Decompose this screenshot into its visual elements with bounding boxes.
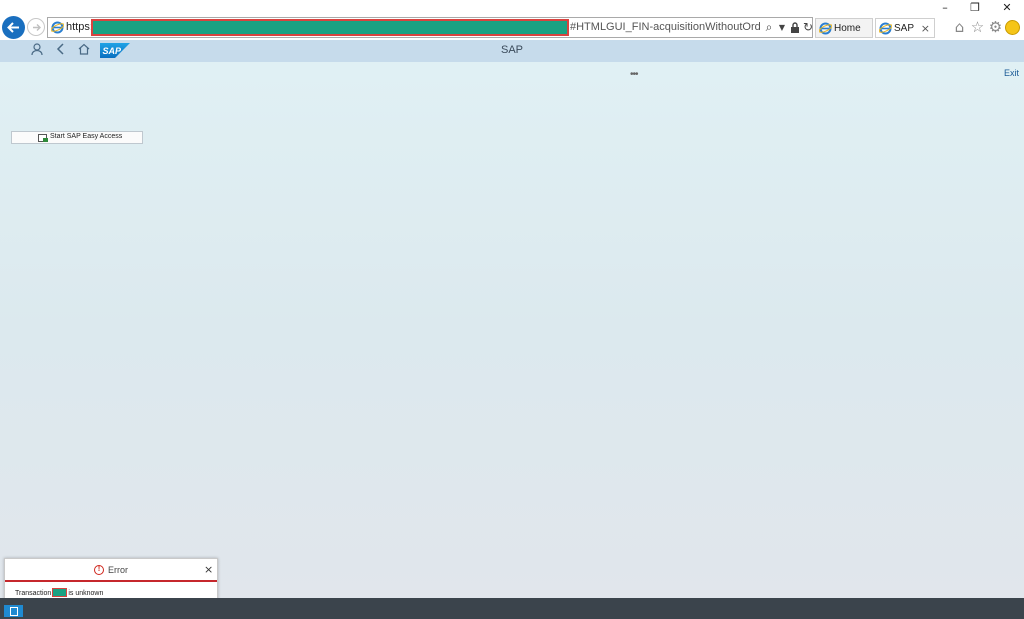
tab-sap[interactable]: SAP × <box>875 18 935 38</box>
forward-icon <box>33 24 41 31</box>
window-titlebar: – ❐ ✕ <box>0 0 1024 16</box>
browser-back-button[interactable] <box>2 16 25 39</box>
settings-gear-icon[interactable]: ⚙ <box>987 19 1004 36</box>
url-redacted-host <box>91 19 569 36</box>
tab-sap-label: SAP <box>894 23 915 34</box>
error-title: Error <box>108 565 128 575</box>
close-window-button[interactable]: ✕ <box>992 0 1022 16</box>
ie-icon <box>51 21 64 34</box>
start-sap-easy-access-button[interactable]: Start SAP Easy Access <box>11 131 143 144</box>
feedback-smiley-icon[interactable] <box>1005 20 1020 35</box>
user-icon[interactable] <box>29 43 45 59</box>
easy-access-icon <box>38 134 48 142</box>
sap-shell-header: SAP SAP <box>0 40 1024 62</box>
easy-access-label: Start SAP Easy Access <box>50 133 123 140</box>
url-path: #HTMLGUI_FIN-acquisitionWithoutOrder?sap… <box>570 21 760 33</box>
home-icon[interactable]: ⌂ <box>951 19 968 36</box>
favorites-star-icon[interactable]: ☆ <box>969 19 986 36</box>
browser-forward-button[interactable] <box>27 18 45 36</box>
sap-footer-bar <box>0 598 1024 619</box>
home-icon[interactable] <box>76 43 92 59</box>
error-message-popup: ! Error × Transaction is unknown <box>4 558 218 602</box>
tab-home-label: Home <box>834 23 861 34</box>
search-icon[interactable]: ⌕ <box>762 20 776 35</box>
error-close-icon[interactable]: × <box>204 563 213 576</box>
lock-icon[interactable] <box>788 20 802 35</box>
shell-title: SAP <box>500 44 523 56</box>
back-icon <box>7 22 19 33</box>
error-alert-icon: ! <box>94 565 104 575</box>
error-message-prefix: Transaction <box>15 590 52 597</box>
refresh-icon[interactable]: ↻ <box>801 20 815 35</box>
sap-logo[interactable]: SAP <box>100 43 130 58</box>
restore-button[interactable]: ❐ <box>960 0 990 16</box>
tab-close-icon[interactable]: × <box>921 22 930 35</box>
exit-button[interactable]: Exit <box>1004 68 1019 78</box>
overflow-menu-icon[interactable]: ••• <box>630 69 638 80</box>
ie-icon <box>879 22 892 35</box>
error-header: ! Error × <box>5 559 217 582</box>
sap-logo-text: SAP <box>103 46 123 56</box>
dropdown-icon[interactable]: ▼ <box>775 20 789 35</box>
message-toggle-icon[interactable] <box>4 605 23 617</box>
redacted-transaction-code <box>52 588 68 597</box>
browser-navbar: https:/ #HTMLGUI_FIN-acquisitionWithoutO… <box>0 16 1024 40</box>
ie-icon <box>819 22 832 35</box>
back-icon[interactable] <box>53 43 69 59</box>
tab-home[interactable]: Home <box>815 18 873 38</box>
main-content: ••• Exit Start SAP Easy Access <box>0 62 1024 598</box>
minimize-button[interactable]: – <box>930 0 960 16</box>
address-bar[interactable]: https:/ #HTMLGUI_FIN-acquisitionWithoutO… <box>47 17 813 38</box>
error-message-suffix: is unknown <box>68 590 104 597</box>
error-message: Transaction is unknown <box>15 588 103 597</box>
